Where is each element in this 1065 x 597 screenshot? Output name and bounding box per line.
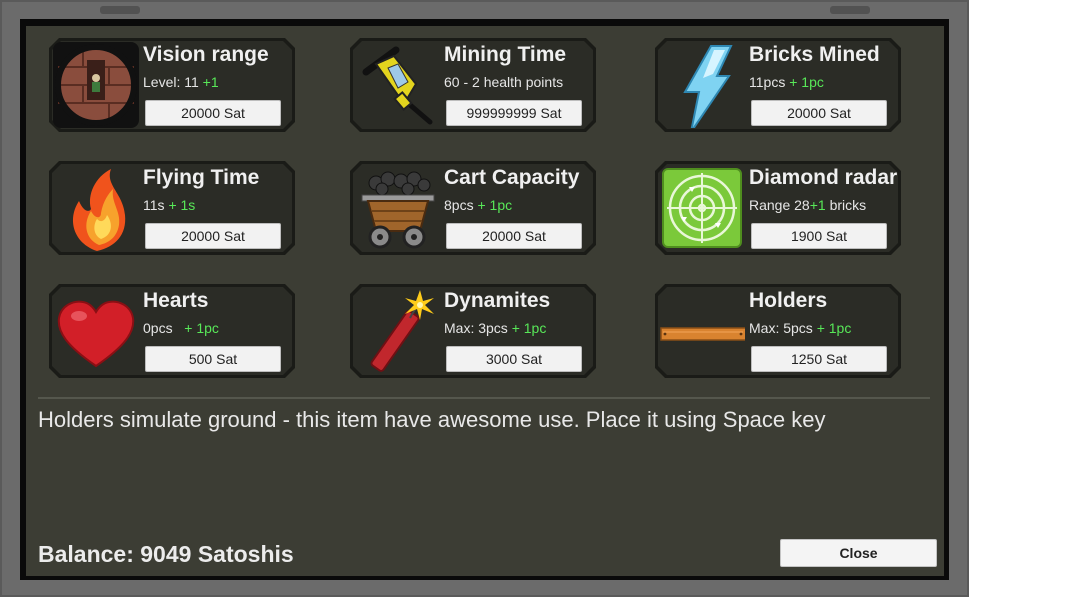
upgrade-increment: + 1pc [184, 320, 219, 336]
upgrade-title: Hearts [143, 289, 209, 312]
upgrade-increment: + 1pc [816, 320, 852, 336]
divider [38, 397, 930, 399]
upgrade-stat: Level: 11 +1 [143, 74, 219, 90]
buy-vision-range-button[interactable]: 20000 Sat [145, 100, 281, 126]
upgrade-title: Holders [749, 289, 828, 312]
balance-label: Balance: 9049 Satoshis [38, 541, 294, 567]
upgrade-title: Diamond radar [749, 166, 898, 189]
upgrade-stat-value: 8pcs [444, 197, 474, 213]
upgrade-card-holders: Holders Max: 5pcs + 1pc 1250 Sat [655, 284, 901, 378]
plank-icon [659, 288, 745, 374]
upgrade-stat-value: 11s [143, 197, 165, 213]
upgrade-title: Flying Time [143, 166, 260, 189]
heart-icon [53, 288, 139, 374]
upgrade-stat-value: 60 - 2 health points [444, 74, 564, 90]
upgrade-increment: + 1pc [511, 320, 547, 336]
upgrade-stat-value: Range 28 [749, 197, 810, 213]
upgrade-increment: + 1pc [789, 74, 824, 90]
upgrade-increment: +1 [809, 197, 826, 213]
upgrade-stat-value: 0pcs [143, 320, 173, 336]
upgrade-stat: 11pcs + 1pc [749, 74, 824, 90]
close-button[interactable]: Close [780, 539, 937, 567]
upgrade-card-vision-range: Vision range Level: 11 +1 20000 Sat [49, 38, 295, 132]
upgrade-card-bricks-mined: Bricks Mined 11pcs + 1pc 20000 Sat [655, 38, 901, 132]
upgrade-card-flying-time: Flying Time 11s + 1s 20000 Sat [49, 161, 295, 255]
upgrade-stat: Max: 3pcs + 1pc [444, 320, 546, 336]
upgrade-stat: Max: 5pcs + 1pc [749, 320, 851, 336]
upgrade-stat-value: Max: 5pcs [749, 320, 813, 336]
buy-bricks-mined-button[interactable]: 20000 Sat [751, 100, 887, 126]
buy-mining-time-button[interactable]: 999999999 Sat [446, 100, 582, 126]
buy-flying-time-button[interactable]: 20000 Sat [145, 223, 281, 249]
item-description: Holders simulate ground - this item have… [38, 407, 826, 432]
drill-icon [354, 42, 440, 128]
upgrade-card-cart-capacity: Cart Capacity 8pcs + 1pc 20000 Sat [350, 161, 596, 255]
upgrade-increment: +1 [202, 74, 219, 90]
upgrade-title: Cart Capacity [444, 166, 580, 189]
upgrade-card-diamond-radar: Diamond radar Range 28+1 bricks 1900 Sat [655, 161, 901, 255]
dynamite-icon [354, 288, 440, 374]
upgrade-stat: 11s + 1s [143, 197, 195, 213]
upgrade-card-hearts: Hearts 0pcs + 1pc 500 Sat [49, 284, 295, 378]
upgrade-stat: 0pcs + 1pc [143, 320, 219, 336]
upgrade-stat-value: Max: 3pcs [444, 320, 508, 336]
upgrade-stat: 60 - 2 health points [444, 74, 563, 90]
upgrade-increment: + 1s [168, 197, 196, 213]
upgrade-stat-value: 11pcs [749, 74, 786, 90]
buy-dynamites-button[interactable]: 3000 Sat [446, 346, 582, 372]
buy-diamond-radar-button[interactable]: 1900 Sat [751, 223, 887, 249]
buy-cart-capacity-button[interactable]: 20000 Sat [446, 223, 582, 249]
flame-icon [53, 165, 139, 251]
upgrade-title: Bricks Mined [749, 43, 880, 66]
upgrade-stat-suffix: bricks [829, 197, 867, 213]
lightning-icon [659, 42, 745, 128]
upgrade-stat: 8pcs + 1pc [444, 197, 512, 213]
vision-icon [53, 42, 139, 128]
upgrade-stat-value: Level: 11 [143, 74, 199, 90]
upgrade-card-mining-time: Mining Time 60 - 2 health points 9999999… [350, 38, 596, 132]
radar-icon [659, 165, 745, 251]
buy-hearts-button[interactable]: 500 Sat [145, 346, 281, 372]
upgrade-stat: Range 28+1 bricks [749, 197, 866, 213]
upgrade-title: Dynamites [444, 289, 551, 312]
upgrade-card-dynamites: Dynamites Max: 3pcs + 1pc 3000 Sat [350, 284, 596, 378]
upgrade-title: Mining Time [444, 43, 567, 66]
mine-cart-icon [354, 165, 440, 251]
buy-holders-button[interactable]: 1250 Sat [751, 346, 887, 372]
upgrade-title: Vision range [143, 43, 269, 66]
upgrade-increment: + 1pc [477, 197, 513, 213]
